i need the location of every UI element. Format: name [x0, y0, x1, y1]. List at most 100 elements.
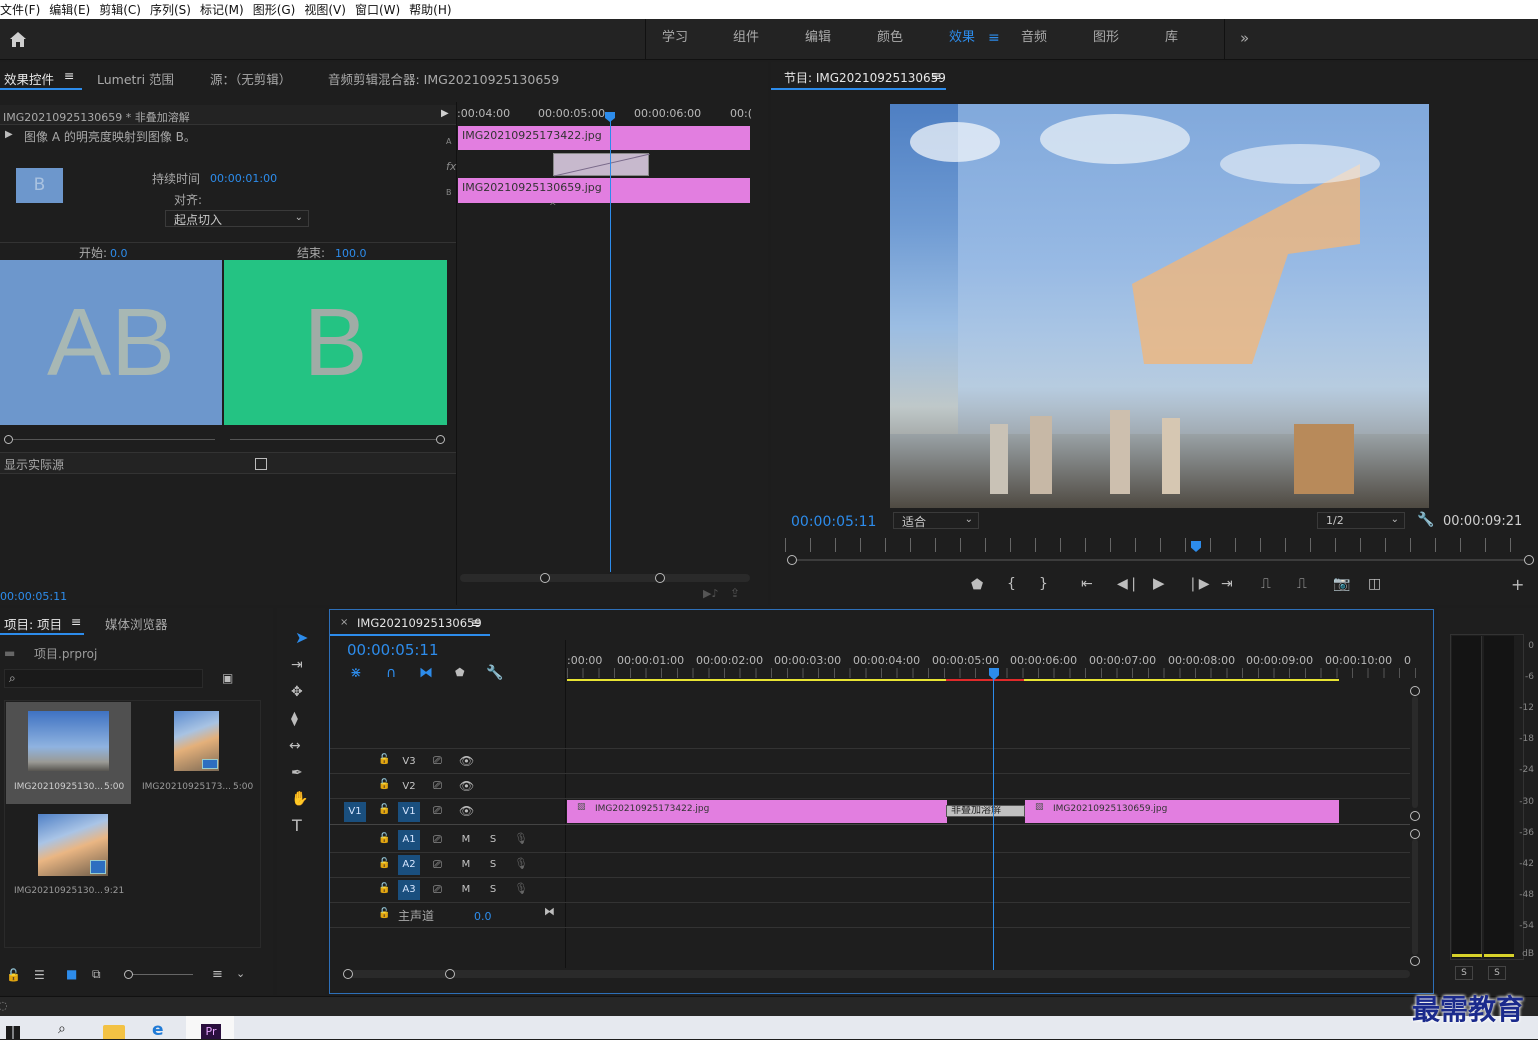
- comparison-view-icon[interactable]: ◫: [1368, 577, 1381, 591]
- linked-selection-icon[interactable]: ⧓: [419, 666, 433, 680]
- close-tab-icon[interactable]: ×: [340, 617, 348, 628]
- project-item[interactable]: IMG20210925130... 9:21: [6, 808, 131, 908]
- menu-graphics[interactable]: 图形(G): [253, 1, 305, 18]
- master-volume-value[interactable]: 0.0: [474, 910, 492, 923]
- mark-in-icon[interactable]: {: [1007, 577, 1016, 591]
- tab-project[interactable]: 项目: 项目: [4, 614, 62, 633]
- microphone-icon[interactable]: 🎙: [514, 858, 528, 869]
- taskbar-search-icon[interactable]: ⌕: [58, 1021, 66, 1037]
- program-zoom-bar[interactable]: [797, 559, 1525, 561]
- eye-icon[interactable]: 👁: [459, 780, 474, 792]
- workspace-effects[interactable]: 效果: [949, 19, 975, 59]
- mini-clip-a[interactable]: IMG20210925173422.jpg: [458, 126, 750, 150]
- mini-transition[interactable]: [553, 153, 650, 177]
- start-slider-track[interactable]: [13, 439, 215, 440]
- lift-icon[interactable]: ⎍: [1261, 577, 1271, 591]
- export-frame-camera-icon[interactable]: 📷: [1333, 577, 1350, 591]
- new-bin-icon[interactable]: ▣: [222, 671, 233, 685]
- step-back-icon[interactable]: ◀❘: [1117, 577, 1140, 591]
- menu-window[interactable]: 窗口(W): [355, 1, 409, 18]
- solo-button[interactable]: S: [482, 880, 504, 900]
- go-to-in-icon[interactable]: ⇤: [1081, 577, 1093, 591]
- mini-zoom-handle-left[interactable]: [540, 573, 550, 583]
- sync-lock-icon[interactable]: ⎚: [433, 755, 442, 766]
- timeline-horizontal-scrollbar[interactable]: [344, 970, 1410, 978]
- video-scroll-handle[interactable]: [1410, 686, 1420, 696]
- tab-lumetri-scopes[interactable]: Lumetri 范围: [97, 69, 174, 88]
- workspace-color[interactable]: 颜色: [877, 19, 903, 59]
- microphone-icon[interactable]: 🎙: [514, 883, 528, 894]
- step-forward-icon[interactable]: ❘▶: [1187, 577, 1210, 591]
- microphone-icon[interactable]: 🎙: [514, 833, 528, 844]
- lock-icon[interactable]: 🔓: [6, 968, 21, 982]
- track-lock-icon[interactable]: 🔓: [378, 909, 390, 919]
- timeline-settings-wrench-icon[interactable]: 🔧: [486, 666, 503, 680]
- menu-view[interactable]: 视图(V): [304, 1, 355, 18]
- workspace-assembly[interactable]: 组件: [733, 19, 759, 59]
- zoom-handle-right[interactable]: [445, 969, 455, 979]
- play-icon[interactable]: ▶: [1153, 576, 1165, 591]
- go-to-out-icon[interactable]: ⇥: [1221, 577, 1233, 591]
- eye-icon[interactable]: 👁: [459, 755, 474, 767]
- show-actual-sources-checkbox[interactable]: [255, 458, 267, 470]
- hand-tool-icon[interactable]: ✋: [291, 792, 308, 806]
- snap-magnet-icon[interactable]: ∩: [386, 666, 396, 680]
- track-a1-label[interactable]: A1: [398, 830, 420, 850]
- sync-lock-icon[interactable]: ⎚: [433, 884, 442, 895]
- duration-value[interactable]: 00:00:01:00: [210, 172, 277, 185]
- workspace-learn[interactable]: 学习: [662, 19, 688, 59]
- tab-effect-controls[interactable]: 效果控件: [4, 69, 54, 88]
- track-lock-icon[interactable]: 🔓: [378, 834, 390, 844]
- file-explorer-icon[interactable]: [103, 1025, 125, 1039]
- solo-button[interactable]: S: [482, 855, 504, 875]
- start-slider-handle[interactable]: [4, 435, 13, 444]
- track-lock-icon[interactable]: 🔓: [378, 780, 390, 790]
- mute-button[interactable]: M: [455, 830, 477, 850]
- track-v3-label[interactable]: V3: [398, 752, 420, 772]
- project-item[interactable]: IMG20210925130... 5:00: [6, 702, 131, 804]
- menu-edit[interactable]: 编辑(E): [49, 1, 99, 18]
- ripple-edit-tool-icon[interactable]: ✥: [291, 685, 303, 699]
- premiere-taskbar-button[interactable]: Pr: [186, 1016, 234, 1039]
- track-lock-icon[interactable]: 🔓: [378, 884, 390, 894]
- sync-lock-icon[interactable]: ⎚: [433, 780, 442, 791]
- sync-lock-icon[interactable]: ⎚: [433, 859, 442, 870]
- timeline-tab[interactable]: IMG20210925130659: [357, 616, 482, 630]
- windows-start-icon[interactable]: [6, 1026, 20, 1039]
- workspace-graphics[interactable]: 图形: [1093, 19, 1119, 59]
- video-scroll-handle[interactable]: [1410, 811, 1420, 821]
- list-view-icon[interactable]: ☰: [34, 968, 45, 982]
- zoom-handle-left[interactable]: [343, 969, 353, 979]
- play-audio-icon[interactable]: ▶♪: [703, 587, 718, 600]
- tab-source[interactable]: 源：（无剪辑）: [210, 69, 291, 88]
- menu-sequence[interactable]: 序列(S): [150, 1, 200, 18]
- resolution-dropdown[interactable]: 1/2 ⌄: [1317, 512, 1405, 529]
- workspace-overflow-icon[interactable]: »: [1240, 19, 1249, 59]
- add-marker-icon[interactable]: ⬟: [971, 578, 983, 592]
- program-timecode[interactable]: 00:00:05:11: [791, 514, 876, 530]
- selection-tool-icon[interactable]: ➤: [295, 630, 308, 646]
- panel-menu-icon[interactable]: ≡: [931, 68, 941, 83]
- start-value[interactable]: 0.0: [110, 247, 128, 260]
- mute-button[interactable]: M: [455, 880, 477, 900]
- menu-help[interactable]: 帮助(H): [409, 1, 460, 18]
- program-zoom-handle-right[interactable]: [1524, 555, 1534, 565]
- icon-view-icon[interactable]: ■: [66, 967, 77, 981]
- program-zoom-handle-left[interactable]: [787, 555, 797, 565]
- sync-lock-icon[interactable]: ⎚: [433, 834, 442, 845]
- timeline-timecode[interactable]: 00:00:05:11: [347, 641, 439, 659]
- go-to-edit-icon[interactable]: ⧓: [544, 906, 555, 917]
- audio-scroll-handle[interactable]: [1410, 829, 1420, 839]
- mute-button[interactable]: M: [455, 855, 477, 875]
- track-a2-label[interactable]: A2: [398, 855, 420, 875]
- timeline-clip-2[interactable]: IMG20210925130659.jpg: [1025, 800, 1339, 823]
- workspace-libraries[interactable]: 库: [1165, 19, 1178, 59]
- workspace-audio[interactable]: 音频: [1021, 19, 1047, 59]
- home-icon[interactable]: [9, 31, 27, 48]
- panel-menu-icon[interactable]: ≡: [71, 614, 81, 629]
- type-tool-icon[interactable]: T: [292, 818, 302, 834]
- settings-wrench-icon[interactable]: 🔧: [1417, 512, 1434, 528]
- video-vertical-scrollbar[interactable]: [1412, 696, 1418, 808]
- fit-dropdown[interactable]: 适合 ⌄: [893, 512, 979, 529]
- export-icon[interactable]: ⇪: [730, 586, 740, 600]
